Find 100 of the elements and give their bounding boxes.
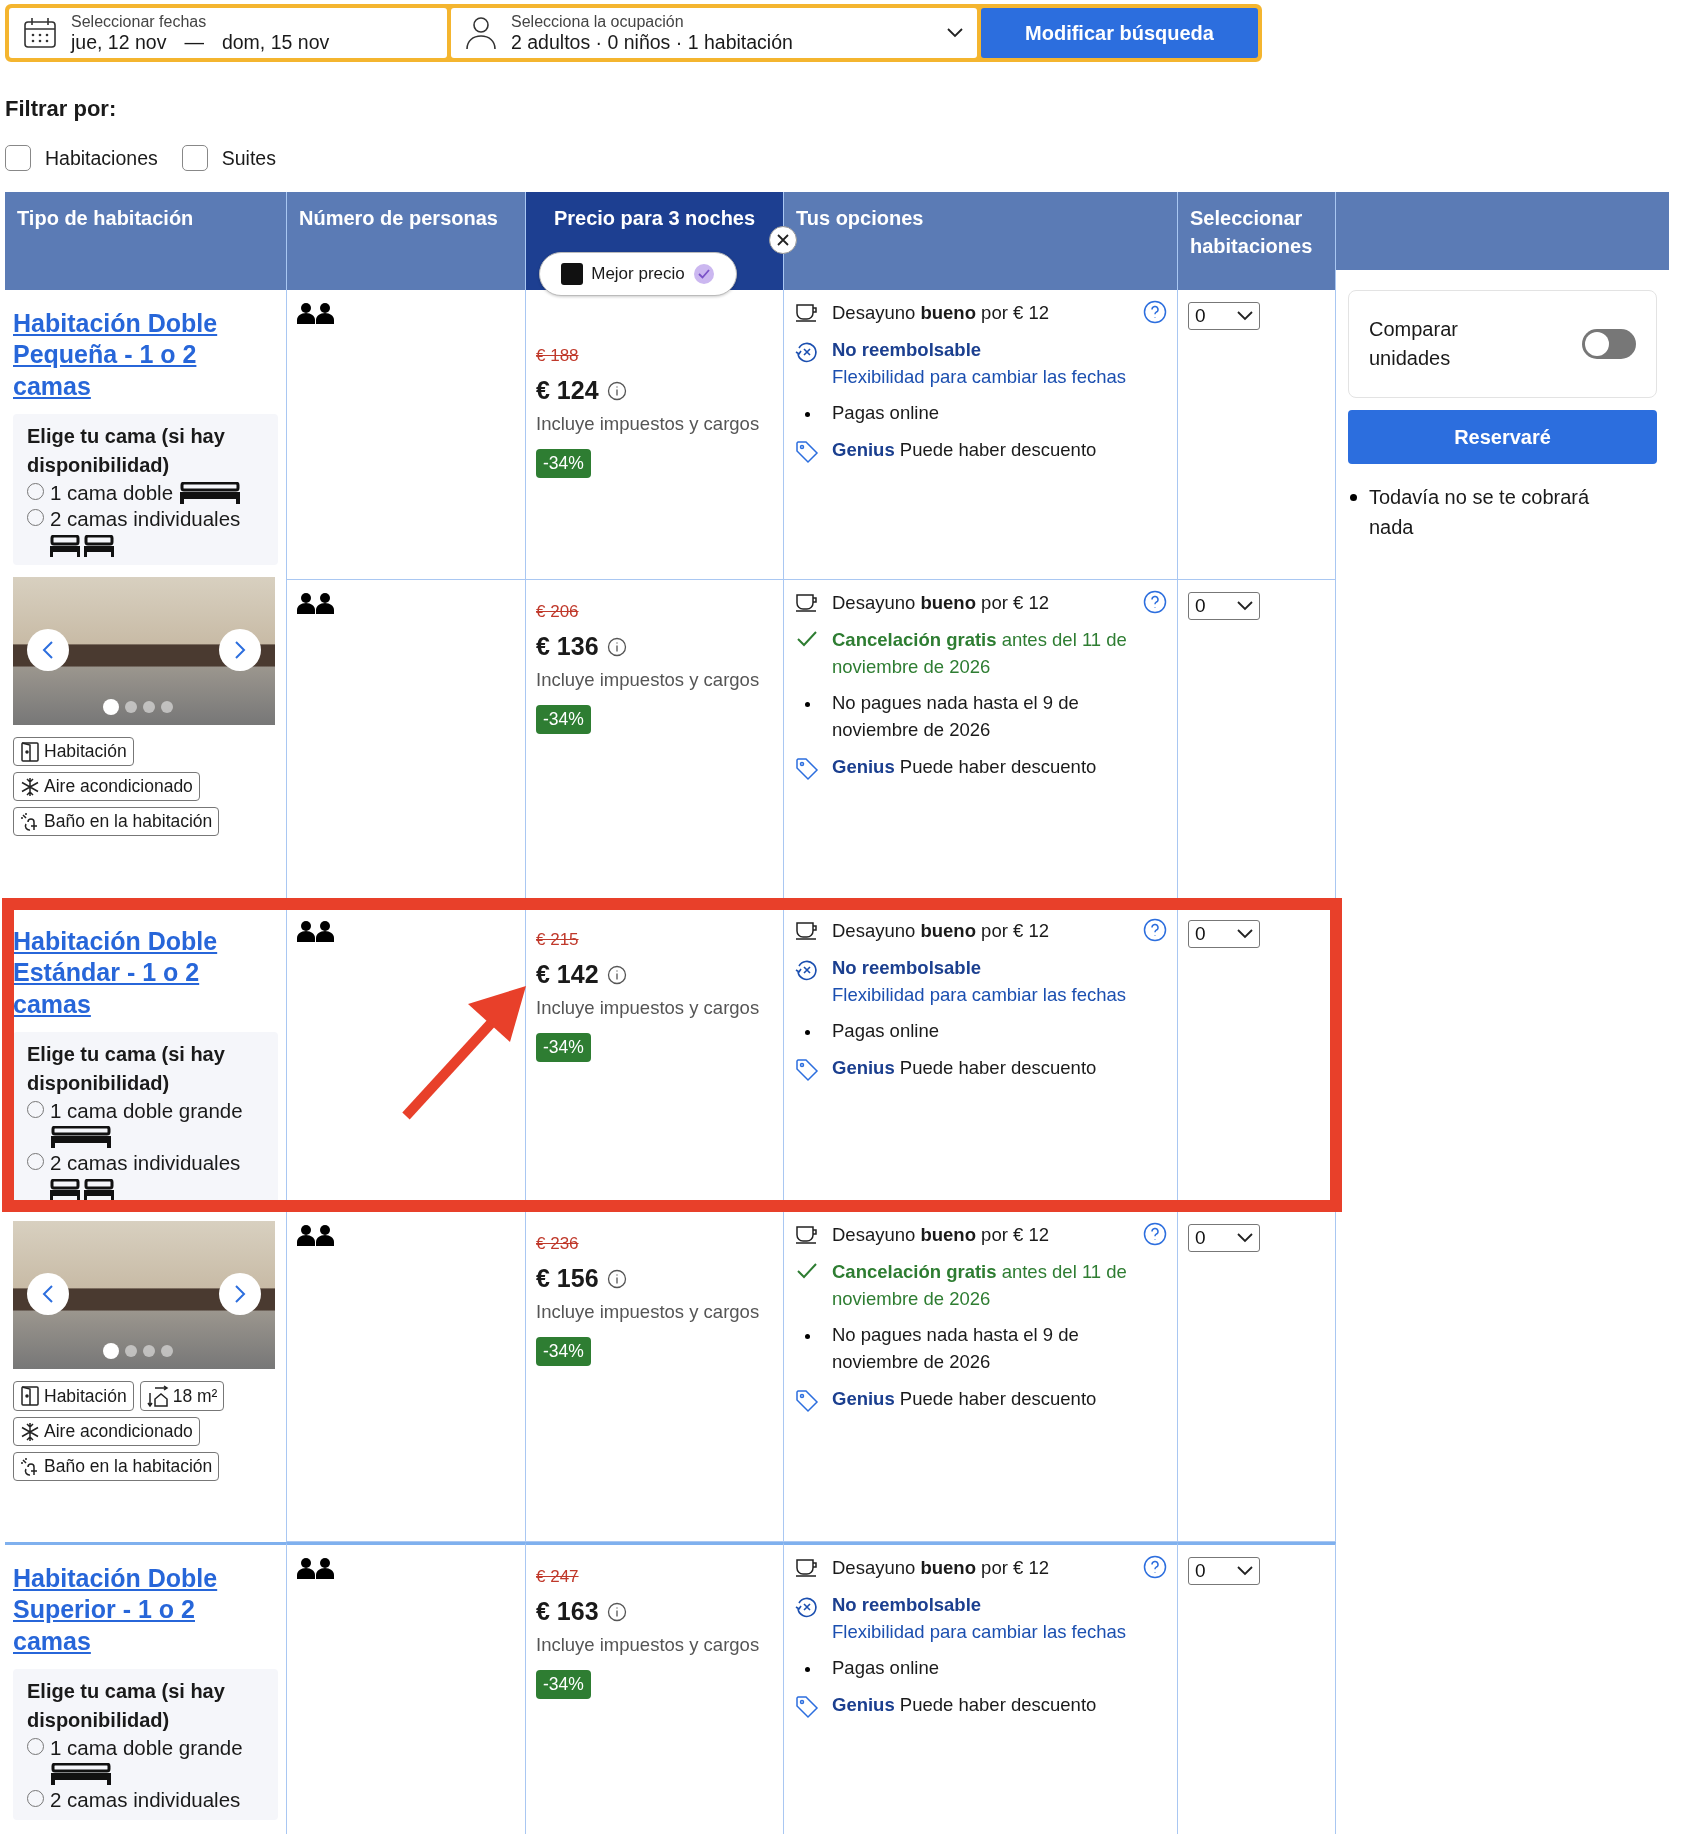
facility-tag: Habitación <box>13 737 134 767</box>
door-icon <box>20 1386 40 1407</box>
two-persons-icon <box>297 1224 335 1246</box>
column-header: Tipo de habitación <box>5 192 287 290</box>
bullet-icon <box>804 412 810 418</box>
carousel-dot[interactable] <box>103 1343 119 1360</box>
price: € 136 <box>536 632 599 661</box>
check-icon <box>796 1261 818 1280</box>
quantity-select[interactable]: 0 <box>1188 592 1260 620</box>
discount-badge: -34% <box>536 1670 591 1699</box>
payment-info: Pagas online <box>832 401 940 426</box>
carousel-dot[interactable] <box>143 1345 155 1358</box>
carousel-dot[interactable] <box>143 701 155 714</box>
info-icon <box>606 1601 627 1622</box>
help-icon[interactable] <box>1143 918 1167 942</box>
cup-icon <box>795 1558 819 1578</box>
snowflake-icon <box>20 776 40 797</box>
policy-title: No reembolsable <box>832 1592 983 1617</box>
cancellation-policy: Cancelación gratis antes del 11 de noviembre de 2026 <box>832 627 1128 679</box>
policy-detail: Flexibilidad para cambiar las fechas <box>832 364 1128 389</box>
chevron-down-icon <box>1237 311 1253 321</box>
two-persons-icon <box>297 592 335 614</box>
quantity-select[interactable]: 0 <box>1188 920 1260 948</box>
checkbox[interactable] <box>5 145 31 171</box>
close-button[interactable] <box>769 226 797 254</box>
facility-tag: Baño en la habitación <box>13 807 220 837</box>
info-icon <box>606 636 627 657</box>
policy-detail: Flexibilidad para cambiar las fechas <box>832 1619 1128 1644</box>
check-badge-icon <box>692 263 715 285</box>
carousel-dot[interactable] <box>125 701 137 714</box>
bed-option-label: 2 camas individuales <box>50 1150 241 1177</box>
modify-search-button[interactable]: Modificar búsqueda <box>981 8 1258 58</box>
carousel-dot[interactable] <box>161 701 173 714</box>
toggle-switch[interactable] <box>1582 329 1636 359</box>
next-button[interactable] <box>219 1273 261 1316</box>
chevron-right-icon <box>234 640 246 661</box>
filter-label[interactable]: Suites <box>221 146 276 170</box>
price-note: Incluye impuestos y cargos <box>536 1301 761 1323</box>
cup-icon <box>795 303 819 323</box>
twin-beds-icon <box>50 535 114 558</box>
column-header: Seleccionar habitaciones <box>1178 192 1336 290</box>
tag-icon <box>795 1389 819 1414</box>
breakfast-option: Desayuno bueno por € 12 <box>832 590 1131 617</box>
occupancy-value[interactable]: 2 adultos · 0 niños · 1 habitación <box>511 30 933 54</box>
date-separator: — <box>184 30 204 54</box>
genius-discount: Genius Puede haber descuento <box>832 1387 1098 1412</box>
facility-tag: Baño en la habitación <box>13 1452 220 1482</box>
previous-button[interactable] <box>27 629 69 672</box>
carousel-dot[interactable] <box>125 1345 137 1358</box>
breakfast-option: Desayuno bueno por € 12 <box>832 1222 1131 1249</box>
carousel-dot[interactable] <box>161 1345 173 1358</box>
help-icon[interactable] <box>1143 1555 1167 1579</box>
carousel-dot[interactable] <box>103 699 119 716</box>
reserve-button[interactable]: Reservaré <box>1348 410 1657 464</box>
policy-title: No reembolsable <box>832 955 983 980</box>
quantity-select[interactable]: 0 <box>1188 302 1260 330</box>
info-icon <box>606 1268 627 1289</box>
calendar-icon <box>23 17 57 49</box>
bed-choice-title: Elige tu cama (si hay disponibilidad) <box>27 1041 226 1096</box>
checkbox[interactable] <box>181 145 208 171</box>
quantity-select[interactable]: 0 <box>1188 1557 1260 1585</box>
twin-beds-icon <box>50 1179 114 1202</box>
price: € 142 <box>536 960 599 989</box>
room-name-link[interactable]: Habitación Doble Pequeña - 1 o 2 camas <box>13 308 228 402</box>
bed-choice-title: Elige tu cama (si hay disponibilidad) <box>27 1678 226 1733</box>
original-price: € 206 <box>536 602 580 622</box>
bed-option-label: 1 cama doble grande <box>50 1734 243 1761</box>
policy-title: No reembolsable <box>832 337 983 362</box>
filter-title: Filtrar por: <box>5 96 118 123</box>
discount-badge: -34% <box>536 1337 591 1366</box>
price-note: Incluye impuestos y cargos <box>536 1634 761 1656</box>
breakfast-option: Desayuno bueno por € 12 <box>832 1555 1131 1582</box>
bullet-icon <box>804 702 810 708</box>
help-icon[interactable] <box>1143 1222 1167 1246</box>
room-name-link[interactable]: Habitación Doble Superior - 1 o 2 camas <box>13 1563 228 1657</box>
room-name-link[interactable]: Habitación Doble Estándar - 1 o 2 camas <box>13 926 228 1020</box>
bed-option-label: 2 camas individuales <box>50 506 241 533</box>
payment-info: No pagues nada hasta el 9 de noviembre de 2026 <box>832 691 1080 743</box>
previous-button[interactable] <box>27 1273 69 1316</box>
next-button[interactable] <box>219 629 261 672</box>
cancellation-policy: Cancelación gratis antes del 11 de noviembre de 2026 <box>832 1259 1128 1311</box>
close-icon <box>777 234 789 246</box>
check-in-date[interactable]: jue, 12 nov <box>71 30 167 54</box>
filter-label[interactable]: Habitaciones <box>45 146 158 170</box>
logo-icon <box>561 263 584 285</box>
chevron-right-icon <box>234 1284 246 1305</box>
help-icon[interactable] <box>1143 300 1167 324</box>
price: € 156 <box>536 1264 599 1293</box>
genius-discount: Genius Puede haber descuento <box>832 1056 1098 1081</box>
best-price-badge: Mejor precio <box>539 252 737 296</box>
chevron-left-icon <box>42 640 54 661</box>
check-out-date[interactable]: dom, 15 nov <box>221 30 330 54</box>
info-icon <box>606 380 627 401</box>
tag-icon <box>795 1058 819 1083</box>
quantity-select[interactable]: 0 <box>1188 1224 1260 1252</box>
help-icon[interactable] <box>1143 590 1167 614</box>
bed-option-label: 2 camas individuales <box>50 1787 241 1814</box>
discount-badge: -34% <box>536 449 591 478</box>
facility-tag: Aire acondicionado <box>13 1417 200 1447</box>
bed-option-label: 1 cama doble <box>50 479 174 506</box>
